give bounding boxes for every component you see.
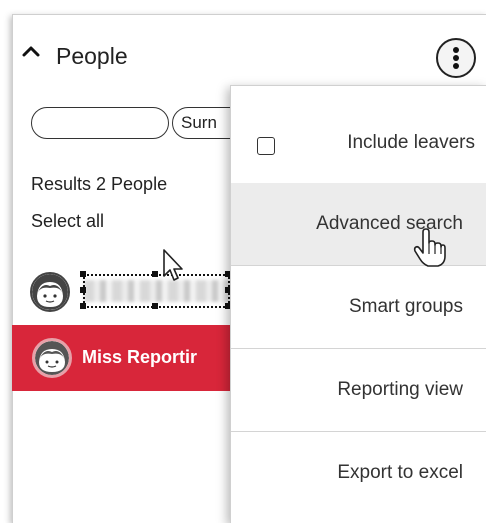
selection-handle[interactable] [80,271,86,277]
kebab-vertical-icon [453,47,459,69]
options-menu: Include leavers Advanced search Smart gr… [230,85,486,523]
person-avatar-icon [32,338,72,378]
person-avatar-icon [30,272,70,312]
first-name-filter[interactable] [31,107,169,139]
section-title: People [56,43,128,69]
person-name-blurred [84,280,230,302]
menu-item-label: Include leavers [347,132,475,153]
menu-item-label: Smart groups [348,296,463,317]
menu-item-include-leavers[interactable]: Include leavers [231,100,486,184]
select-all-link[interactable]: Select all [31,211,104,232]
menu-item-reporting-view[interactable]: Reporting view [231,349,486,432]
results-count: Results 2 People [31,174,168,194]
hand-pointer-icon [413,228,446,267]
person-row-selected[interactable]: Miss Reportir [12,325,230,391]
menu-item-advanced-search[interactable]: Advanced search [231,183,486,266]
selection-handle[interactable] [152,271,158,277]
include-leavers-checkbox[interactable] [257,137,275,155]
menu-item-smart-groups[interactable]: Smart groups [231,266,486,349]
menu-item-label: Reporting view [337,379,463,400]
menu-item-label: Export to excel [337,462,463,483]
person-row[interactable] [0,268,231,316]
mouse-pointer-icon [163,249,183,281]
chevron-up-icon[interactable] [20,40,42,62]
more-options-button[interactable] [436,38,476,78]
menu-item-export-to-excel[interactable]: Export to excel [231,432,486,515]
selection-handle[interactable] [80,303,86,309]
selection-handle[interactable] [80,287,86,293]
person-name: Miss Reportir [82,347,198,367]
selection-handle[interactable] [152,303,158,309]
